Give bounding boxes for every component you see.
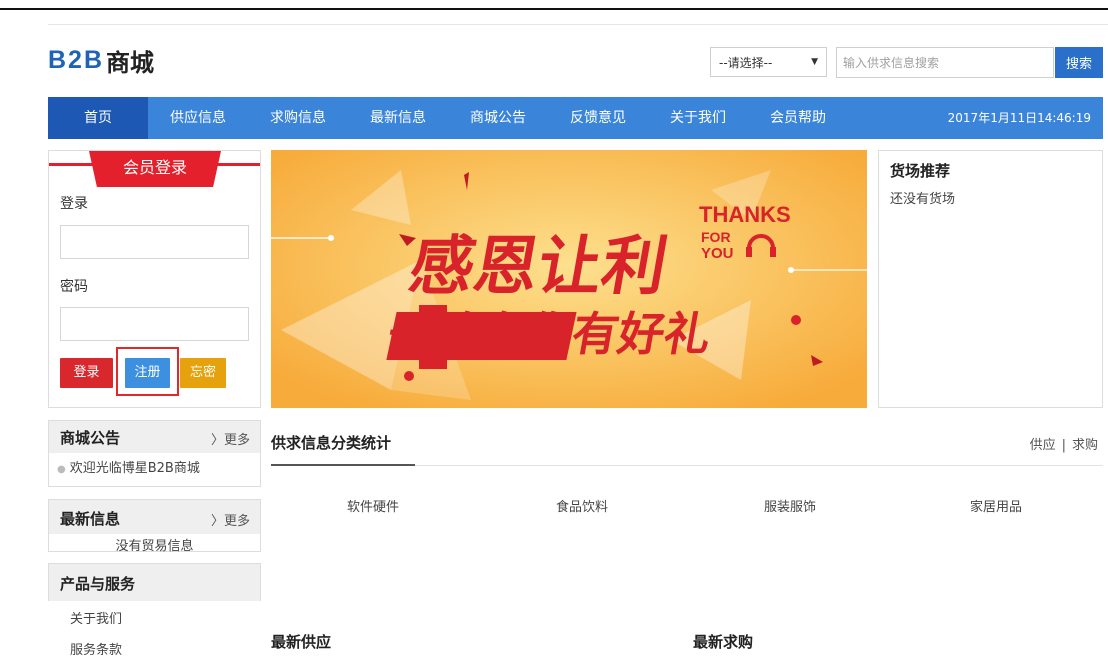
category-food[interactable]: 食品饮料 — [556, 496, 608, 515]
notice-panel: 商城公告 〉更多 ● 欢迎光临博星B2B商城 — [48, 420, 261, 487]
category-select-value: --请选择-- — [719, 55, 773, 70]
notice-item-text: 欢迎光临博星B2B商城 — [69, 461, 200, 476]
main-nav: 首页 供应信息 求购信息 最新信息 商城公告 反馈意见 关于我们 会员帮助 20… — [48, 97, 1103, 139]
register-button[interactable]: 注册 — [125, 358, 170, 388]
latest-panel-head: 最新信息 〉更多 — [49, 500, 260, 534]
top-divider — [48, 24, 1108, 25]
nav-item-help[interactable]: 会员帮助 — [748, 97, 848, 139]
notice-panel-title: 商城公告 — [60, 429, 121, 447]
username-input[interactable] — [60, 225, 249, 259]
banner-line2: 一路有你有好礼 — [384, 307, 715, 361]
product-link-about[interactable]: 关于我们 — [70, 608, 122, 627]
products-panel-head: 产品与服务 — [48, 563, 261, 601]
stats-title-underline — [271, 464, 415, 466]
notice-more-label: 更多 — [223, 433, 250, 448]
search-button[interactable]: 搜索 — [1055, 47, 1103, 78]
banner-you: YOU — [701, 245, 734, 262]
nav-item-demand[interactable]: 求购信息 — [248, 97, 348, 139]
nav-item-feedback[interactable]: 反馈意见 — [548, 97, 648, 139]
member-login-box: 会员登录 登录 密码 登录 注册 忘密 — [48, 150, 261, 408]
stats-title: 供求信息分类统计 — [271, 434, 392, 452]
more-arrow-icon: 〉 — [210, 514, 224, 529]
banner-thanks: THANKS — [699, 202, 791, 227]
latest-info-panel: 最新信息 〉更多 没有贸易信息 — [48, 499, 261, 554]
nav-item-supply[interactable]: 供应信息 — [148, 97, 248, 139]
bullet-icon: ● — [57, 464, 66, 475]
banner-graphic: 感恩让利 一路有你有好礼 THANKS FOR YOU — [271, 150, 867, 408]
latest-demand-title: 最新求购 — [693, 633, 754, 651]
logo-b2b-text: B2B — [48, 45, 105, 74]
separator: | — [1061, 438, 1066, 453]
banner-line1: 感恩让利 — [404, 229, 673, 303]
username-label: 登录 — [60, 196, 88, 212]
category-apparel[interactable]: 服装服饰 — [764, 496, 816, 515]
notice-more-link[interactable]: 〉更多 — [211, 429, 250, 448]
logo-mall-text: 商城 — [106, 48, 155, 77]
market-empty-text: 还没有货场 — [890, 192, 956, 207]
top-border — [0, 8, 1108, 10]
latest-supply-title: 最新供应 — [271, 633, 332, 651]
login-button[interactable]: 登录 — [60, 358, 113, 388]
stats-link-supply[interactable]: 供应 — [1030, 438, 1056, 453]
stats-link-demand[interactable]: 求购 — [1072, 438, 1098, 453]
login-title: 会员登录 — [89, 151, 221, 187]
latest-more-link[interactable]: 〉更多 — [211, 510, 250, 529]
search-input[interactable] — [836, 47, 1054, 78]
product-link-terms[interactable]: 服务条款 — [70, 639, 122, 657]
notice-item[interactable]: ● 欢迎光临博星B2B商城 — [49, 453, 260, 476]
password-input[interactable] — [60, 307, 249, 341]
products-panel-title: 产品与服务 — [60, 575, 136, 593]
nav-item-latest[interactable]: 最新信息 — [348, 97, 448, 139]
nav-item-about[interactable]: 关于我们 — [648, 97, 748, 139]
site-logo[interactable]: B2B 商城 — [48, 44, 155, 77]
latest-more-label: 更多 — [223, 514, 250, 529]
forgot-password-button[interactable]: 忘密 — [180, 358, 226, 388]
category-software[interactable]: 软件硬件 — [347, 496, 399, 515]
nav-datetime: 2017年1月11日14:46:19 — [947, 111, 1091, 125]
dropdown-arrow-icon: ▼ — [811, 57, 818, 67]
promo-banner[interactable]: 感恩让利 一路有你有好礼 THANKS FOR YOU — [271, 150, 867, 408]
nav-item-notice[interactable]: 商城公告 — [448, 97, 548, 139]
category-select[interactable]: --请选择-- ▼ — [710, 47, 827, 77]
latest-panel-title: 最新信息 — [60, 510, 121, 528]
banner-for: FOR — [701, 229, 731, 245]
more-arrow-icon: 〉 — [210, 433, 224, 448]
password-label: 密码 — [60, 279, 88, 295]
market-recommend-panel: 货场推荐 还没有货场 — [878, 150, 1103, 408]
latest-empty-text: 没有贸易信息 — [115, 539, 194, 554]
stats-links: 供应 | 求购 — [1030, 434, 1098, 453]
notice-panel-head: 商城公告 〉更多 — [49, 421, 260, 453]
category-home[interactable]: 家居用品 — [970, 496, 1022, 515]
market-title: 货场推荐 — [890, 162, 951, 180]
nav-item-home[interactable]: 首页 — [48, 97, 148, 139]
products-services-panel: 产品与服务 关于我们 服务条款 — [48, 563, 261, 657]
